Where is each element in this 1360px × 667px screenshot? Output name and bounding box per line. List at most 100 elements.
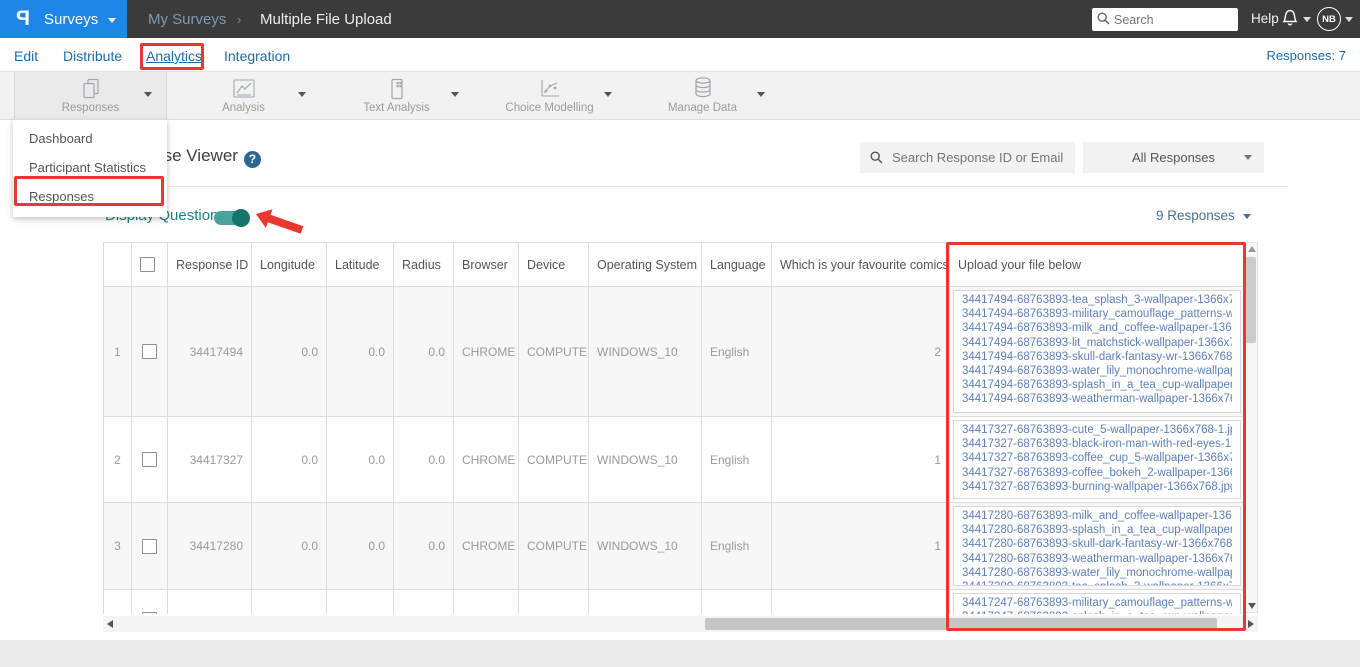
cell-language — [701, 589, 772, 614]
column-header-check[interactable] — [131, 242, 168, 287]
menu-item-participant-statistics[interactable]: Participant Statistics — [13, 153, 167, 182]
chevron-down-icon[interactable] — [298, 92, 306, 97]
file-link[interactable]: 34417327-68763893-black-iron-man-with-re… — [962, 437, 1232, 451]
file-link[interactable]: 34417280-68763893-weatherman-wallpaper-1… — [962, 552, 1232, 566]
toolbar-item-manage-data[interactable]: Manage Data — [626, 72, 779, 120]
cell-longitude: 0.0 — [251, 502, 327, 590]
scroll-right-icon[interactable] — [1248, 620, 1254, 628]
tab-edit[interactable]: Edit — [14, 48, 38, 64]
help-question-icon[interactable]: ? — [243, 151, 261, 168]
cell-response_id[interactable]: 34417494 — [167, 286, 252, 417]
cell-response_id[interactable]: 34417327 — [167, 416, 252, 503]
file-link[interactable]: 34417494-68763893-tea_splash_3-wallpaper… — [962, 293, 1232, 307]
account-chevron-icon[interactable] — [1345, 17, 1353, 22]
vertical-scrollbar[interactable] — [1244, 242, 1258, 613]
toolbar-item-analysis[interactable]: Analysis — [167, 72, 320, 120]
file-link[interactable]: 34417327-68763893-burning-wallpaper-1366… — [962, 480, 1232, 494]
file-link[interactable]: 34417494-68763893-lit_matchstick-wallpap… — [962, 336, 1232, 350]
file-link[interactable]: 34417327-68763893-cute_5-wallpaper-1366x… — [962, 423, 1232, 437]
file-link[interactable]: 34417280-68763893-milk_and_coffee-wallpa… — [962, 509, 1232, 523]
file-link[interactable]: 34417280-68763893-water_lily_monochrome-… — [962, 566, 1232, 580]
file-link[interactable]: 34417494-68763893-skull-dark-fantasy-wr-… — [962, 350, 1232, 364]
toolbar-item-text-analysis[interactable]: Text Analysis — [320, 72, 473, 120]
column-header-files[interactable]: Upload your file below — [949, 242, 1244, 287]
chevron-down-icon — [108, 17, 117, 23]
responses-summary-label: 9 Responses — [1156, 208, 1235, 223]
cell-device: COMPUTER — [518, 416, 589, 503]
vertical-scroll-thumb[interactable] — [1246, 257, 1256, 343]
cell-device: COMPUTER — [518, 286, 589, 417]
column-header-label: Device — [527, 257, 566, 272]
chevron-down-icon[interactable] — [604, 92, 612, 97]
tab-analytics[interactable]: Analytics — [146, 48, 202, 64]
column-header-os[interactable]: Operating System — [588, 242, 702, 287]
row-checkbox[interactable] — [142, 538, 157, 554]
notifications-bell-icon[interactable] — [1281, 7, 1299, 27]
response-search-input[interactable] — [860, 142, 1075, 173]
file-link[interactable]: 34417280-68763893-splash_in_a_tea_cup-wa… — [962, 523, 1232, 537]
toolbar-item-choice-modelling[interactable]: Choice Modelling — [473, 72, 626, 120]
column-header-radius[interactable]: Radius — [393, 242, 454, 287]
column-header-response_id[interactable]: Response ID — [167, 242, 252, 287]
column-header-device[interactable]: Device — [518, 242, 589, 287]
column-header-label: Which is your favourite comics? — [780, 257, 950, 272]
file-link[interactable]: 34417280-68763893-tea_splash_3-wallpaper… — [962, 580, 1232, 585]
menu-item-responses[interactable]: Responses — [13, 182, 167, 211]
file-link[interactable]: 34417247-68763893-military_camouflage_pa… — [962, 596, 1232, 610]
scroll-down-icon[interactable] — [1248, 603, 1256, 609]
all-responses-filter[interactable]: All Responses — [1083, 142, 1264, 173]
avatar[interactable]: NB — [1317, 7, 1341, 31]
row-checkbox[interactable] — [142, 452, 157, 468]
file-link[interactable]: 34417494-68763893-milk_and_coffee-wallpa… — [962, 321, 1232, 335]
help-link[interactable]: Help — [1251, 11, 1279, 26]
file-link[interactable]: 34417494-68763893-splash_in_a_tea_cup-wa… — [962, 378, 1232, 392]
file-link[interactable]: 34417494-68763893-weatherman-wallpaper-1… — [962, 392, 1232, 406]
column-header-latitude[interactable]: Latitude — [326, 242, 394, 287]
cell-latitude: 0.0 — [326, 502, 394, 590]
cell-response_id[interactable]: 34417280 — [167, 502, 252, 590]
table-row: 2344173270.00.00.0CHROMECOMPUTERWINDOWS_… — [103, 416, 1244, 503]
uploaded-files-box: 34417280-68763893-milk_and_coffee-wallpa… — [953, 506, 1241, 586]
file-link[interactable]: 34417327-68763893-coffee_bokeh_2-wallpap… — [962, 466, 1232, 480]
toolbar-item-responses[interactable]: Responses — [14, 72, 167, 120]
notifications-chevron-icon[interactable] — [1303, 17, 1311, 22]
column-header-num[interactable] — [103, 242, 132, 287]
uploaded-files-box: 34417247-68763893-military_camouflage_pa… — [953, 593, 1241, 614]
cell-latitude — [326, 589, 394, 614]
questionpro-logo-icon: P — [16, 7, 31, 30]
chevron-down-icon[interactable] — [757, 92, 765, 97]
select-all-checkbox[interactable] — [140, 257, 155, 273]
column-header-browser[interactable]: Browser — [453, 242, 519, 287]
cell-files: 34417247-68763893-military_camouflage_pa… — [949, 589, 1244, 614]
column-header-language[interactable]: Language — [701, 242, 772, 287]
column-header-label: Radius — [402, 257, 441, 272]
file-link[interactable]: 34417247-68763893-splash_in_a_tea_cup-wa… — [962, 610, 1232, 614]
cell-comics — [771, 589, 950, 614]
chevron-down-icon[interactable] — [144, 92, 152, 97]
menu-item-dashboard[interactable]: Dashboard — [13, 124, 167, 153]
display-questions-toggle[interactable] — [214, 208, 250, 228]
file-link[interactable]: 34417327-68763893-coffee_cup_5-wallpaper… — [962, 451, 1232, 465]
column-header-longitude[interactable]: Longitude — [251, 242, 327, 287]
row-checkbox[interactable] — [142, 344, 157, 360]
chevron-down-icon[interactable] — [451, 92, 459, 97]
row-checkbox[interactable] — [142, 612, 157, 614]
horizontal-scrollbar[interactable] — [103, 616, 1258, 632]
responses-count-link[interactable]: Responses: 7 — [1267, 48, 1347, 63]
app-screen: P Surveys My Surveys › Multiple File Upl… — [0, 0, 1360, 667]
responses-summary-dropdown[interactable]: 9 Responses — [1156, 208, 1251, 223]
column-header-comics[interactable]: Which is your favourite comics? — [771, 242, 950, 287]
tab-integration[interactable]: Integration — [224, 48, 290, 64]
surveys-menu[interactable]: P Surveys — [0, 0, 127, 38]
scroll-up-icon[interactable] — [1248, 246, 1256, 252]
column-header-label: Language — [710, 257, 766, 272]
horizontal-scroll-thumb[interactable] — [705, 618, 1217, 630]
scroll-left-icon[interactable] — [107, 620, 113, 628]
tab-distribute[interactable]: Distribute — [63, 48, 122, 64]
file-link[interactable]: 34417280-68763893-skull-dark-fantasy-wr-… — [962, 537, 1232, 551]
breadcrumb-parent[interactable]: My Surveys — [148, 0, 226, 38]
file-link[interactable]: 34417494-68763893-military_camouflage_pa… — [962, 307, 1232, 321]
global-search-input[interactable] — [1092, 8, 1238, 31]
cell-radius: 0.0 — [393, 416, 454, 503]
file-link[interactable]: 34417494-68763893-water_lily_monochrome-… — [962, 364, 1232, 378]
